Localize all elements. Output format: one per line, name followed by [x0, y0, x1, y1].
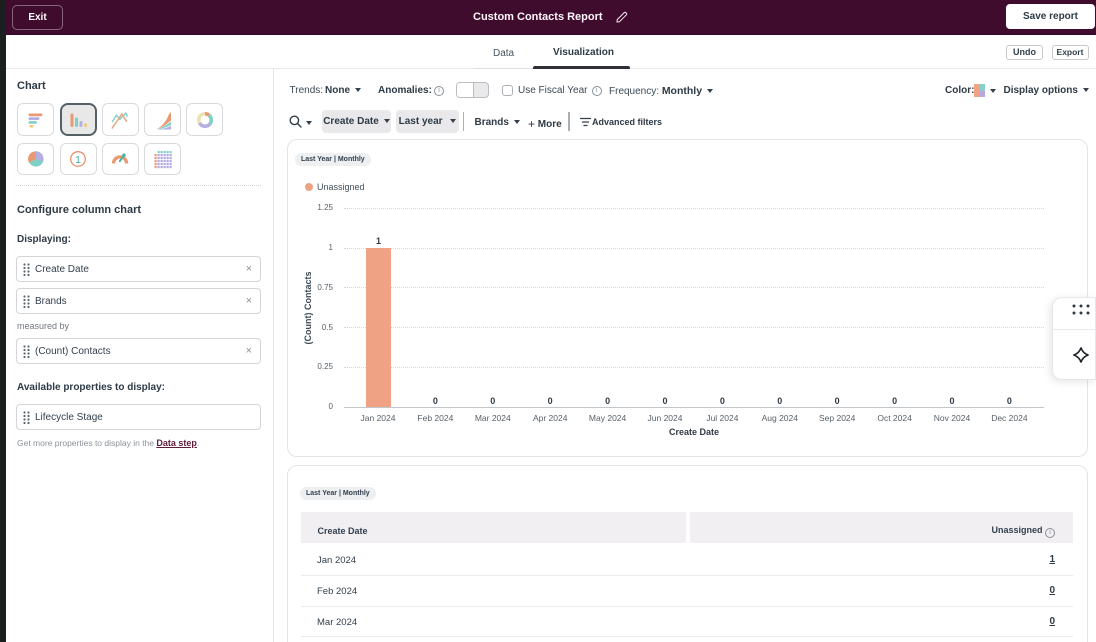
svg-text:1: 1 — [75, 154, 81, 166]
